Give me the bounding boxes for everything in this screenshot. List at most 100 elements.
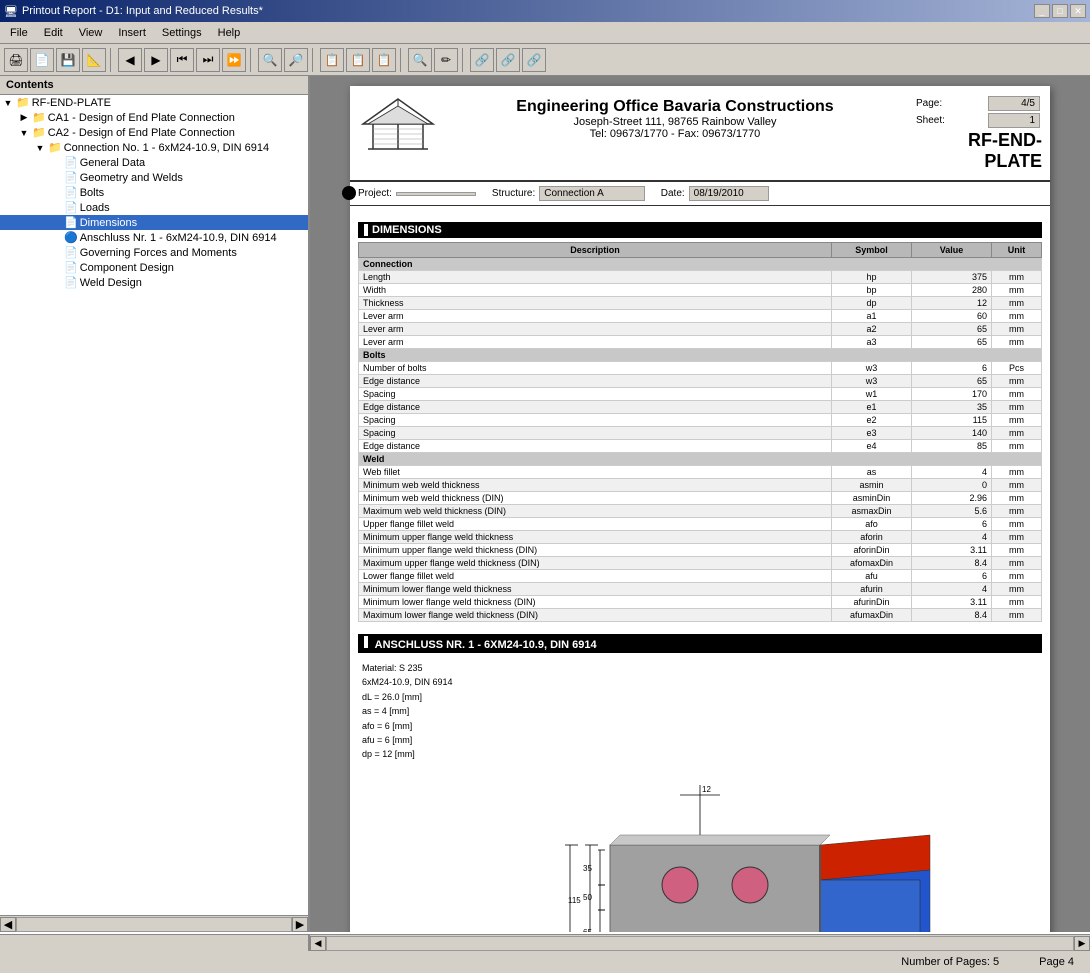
col-unit: Unit (992, 243, 1042, 258)
toolbar-sep1 (110, 48, 114, 72)
tree-item-loads[interactable]: ▶ 📄 Loads (0, 200, 308, 215)
dimensions-header: DIMENSIONS (358, 222, 1042, 238)
tree-item-general[interactable]: ▶ 📄 General Data (0, 155, 308, 170)
page-icon-dimensions: 📄 (64, 216, 78, 229)
tree-item-weld[interactable]: ▶ 📄 Weld Design (0, 275, 308, 290)
structure-label: Structure: (492, 188, 535, 199)
zoom-in-button[interactable]: 🔍 (258, 48, 282, 72)
tree-item-anschluss[interactable]: ▶ 🔵 Anschluss Nr. 1 - 6xM24-10.9, DIN 69… (0, 230, 308, 245)
status-bar: Number of Pages: 5 Page 4 (0, 949, 1090, 973)
left-bottom (0, 934, 310, 951)
folder-icon: 📁 (16, 96, 30, 109)
scroll-right-btn[interactable]: ▶ (292, 917, 308, 932)
link2-button[interactable]: 🔗 (496, 48, 520, 72)
toolbar-sep3 (312, 48, 316, 72)
prev-button[interactable]: ◀ (118, 48, 142, 72)
tree-item-ca2[interactable]: ▼ 📁 CA2 - Design of End Plate Connection (0, 125, 308, 140)
menu-settings[interactable]: Settings (156, 25, 208, 41)
menu-help[interactable]: Help (212, 25, 247, 41)
document-panel: Engineering Office Bavaria Constructions… (310, 76, 1090, 932)
left-hscrollbar[interactable]: ◀ ▶ (0, 915, 308, 932)
menu-edit[interactable]: Edit (38, 25, 69, 41)
doc-body: DIMENSIONS Description Symbol Value Unit… (350, 206, 1050, 932)
new-button[interactable]: 📄 (30, 48, 54, 72)
page-icon-weld: 📄 (64, 276, 78, 289)
tree-label-component: Component Design (80, 262, 174, 274)
find-button[interactable]: 🔍 (408, 48, 432, 72)
section-marker (364, 224, 368, 236)
hscroll-right-btn[interactable]: ▶ (1074, 936, 1090, 951)
col-description: Description (359, 243, 832, 258)
tree-label-conn1: Connection No. 1 - 6xM24-10.9, DIN 6914 (64, 142, 269, 154)
anschluss-marker (364, 636, 368, 648)
first-button[interactable]: ⏮ (170, 48, 194, 72)
edit-button[interactable]: ✏ (434, 48, 458, 72)
page-icon-loads: 📄 (64, 201, 78, 214)
layout-button[interactable]: 📐 (82, 48, 106, 72)
tree-label-root: RF-END-PLATE (32, 97, 111, 109)
tree-item-bolts[interactable]: ▶ 📄 Bolts (0, 185, 308, 200)
tree-item-component[interactable]: ▶ 📄 Component Design (0, 260, 308, 275)
tree-item-ca1[interactable]: ▶ 📁 CA1 - Design of End Plate Connection (0, 110, 308, 125)
tree-item-dimensions[interactable]: ▶ 📄 Dimensions (0, 215, 308, 230)
page-icon-general: 📄 (64, 156, 78, 169)
menu-insert[interactable]: Insert (112, 25, 152, 41)
menu-view[interactable]: View (73, 25, 109, 41)
right-hscrollbar[interactable]: ◀ ▶ (310, 934, 1090, 951)
zoom-out-button[interactable]: 🔎 (284, 48, 308, 72)
copy1-button[interactable]: 📋 (320, 48, 344, 72)
hscroll-left-btn[interactable]: ◀ (310, 936, 326, 951)
page-icon-governing: 📄 (64, 246, 78, 259)
print-button[interactable]: 🖨 (4, 48, 28, 72)
tree-item-governing[interactable]: ▶ 📄 Governing Forces and Moments (0, 245, 308, 260)
menu-bar: File Edit View Insert Settings Help (0, 22, 1090, 44)
company-name: Engineering Office Bavaria Constructions (442, 98, 908, 116)
window-title: Printout Report - D1: Input and Reduced … (22, 5, 263, 17)
link1-button[interactable]: 🔗 (470, 48, 494, 72)
svg-text:12: 12 (702, 785, 711, 794)
tree-label-ca1: CA1 - Design of End Plate Connection (48, 112, 235, 124)
tree-label-dimensions: Dimensions (80, 217, 137, 229)
date-value: 08/19/2010 (689, 186, 769, 201)
sheet-value: 1 (988, 113, 1040, 128)
tree-label-geometry: Geometry and Welds (80, 172, 183, 184)
tree-label-anschluss: Anschluss Nr. 1 - 6xM24-10.9, DIN 6914 (80, 232, 277, 244)
scroll-left-btn[interactable]: ◀ (0, 917, 16, 932)
copy3-button[interactable]: 📋 (372, 48, 396, 72)
folder-icon-ca1: 📁 (32, 111, 46, 124)
doc-meta: Page: 4/5 Sheet: 1 RF-END-PLATE (912, 94, 1042, 172)
expand-icon-ca2: ▼ (16, 128, 32, 138)
close-button[interactable]: ✕ (1070, 4, 1086, 18)
page-label: Page: (914, 96, 986, 111)
fast-forward-button[interactable]: ⏩ (222, 48, 246, 72)
date-label: Date: (661, 188, 685, 199)
minimize-button[interactable]: _ (1034, 4, 1050, 18)
tree-item-conn1[interactable]: ▼ 📁 Connection No. 1 - 6xM24-10.9, DIN 6… (0, 140, 308, 155)
title-bar: 🖥 Printout Report - D1: Input and Reduce… (0, 0, 1090, 22)
link3-button[interactable]: 🔗 (522, 48, 546, 72)
last-button[interactable]: ⏭ (196, 48, 220, 72)
tree-item-geometry[interactable]: ▶ 📄 Geometry and Welds (0, 170, 308, 185)
maximize-button[interactable]: □ (1052, 4, 1068, 18)
copy2-button[interactable]: 📋 (346, 48, 370, 72)
project-label: Project: (358, 188, 392, 199)
menu-file[interactable]: File (4, 25, 34, 41)
program-name: RF-END-PLATE (912, 130, 1042, 172)
material-info: Material: S 235 6xM24-10.9, DIN 6914 dL … (358, 661, 1042, 762)
toolbar: 🖨 📄 💾 📐 ◀ ▶ ⏮ ⏭ ⏩ 🔍 🔎 📋 📋 📋 🔍 ✏ 🔗 🔗 🔗 (0, 44, 1090, 76)
expand-icon: ▼ (0, 98, 16, 108)
next-button[interactable]: ▶ (144, 48, 168, 72)
sheet-label: Sheet: (914, 113, 986, 128)
toolbar-sep2 (250, 48, 254, 72)
dp-line: dp = 12 [mm] (362, 747, 1042, 761)
company-phone: Tel: 09673/1770 - Fax: 09673/1770 (442, 128, 908, 140)
structure-value: Connection A (539, 186, 645, 201)
tree-panel[interactable]: Contents ▼ 📁 RF-END-PLATE ▶ 📁 CA1 - Desi… (0, 76, 310, 915)
tree-item-root[interactable]: ▼ 📁 RF-END-PLATE (0, 95, 308, 110)
doc-header: Engineering Office Bavaria Constructions… (350, 86, 1050, 182)
page-icon-geometry: 📄 (64, 171, 78, 184)
save-button[interactable]: 💾 (56, 48, 80, 72)
tree-label-loads: Loads (80, 202, 110, 214)
num-pages: Number of Pages: 5 (901, 956, 999, 968)
anschluss-header: ANSCHLUSS NR. 1 - 6XM24-10.9, DIN 6914 (358, 634, 1042, 653)
